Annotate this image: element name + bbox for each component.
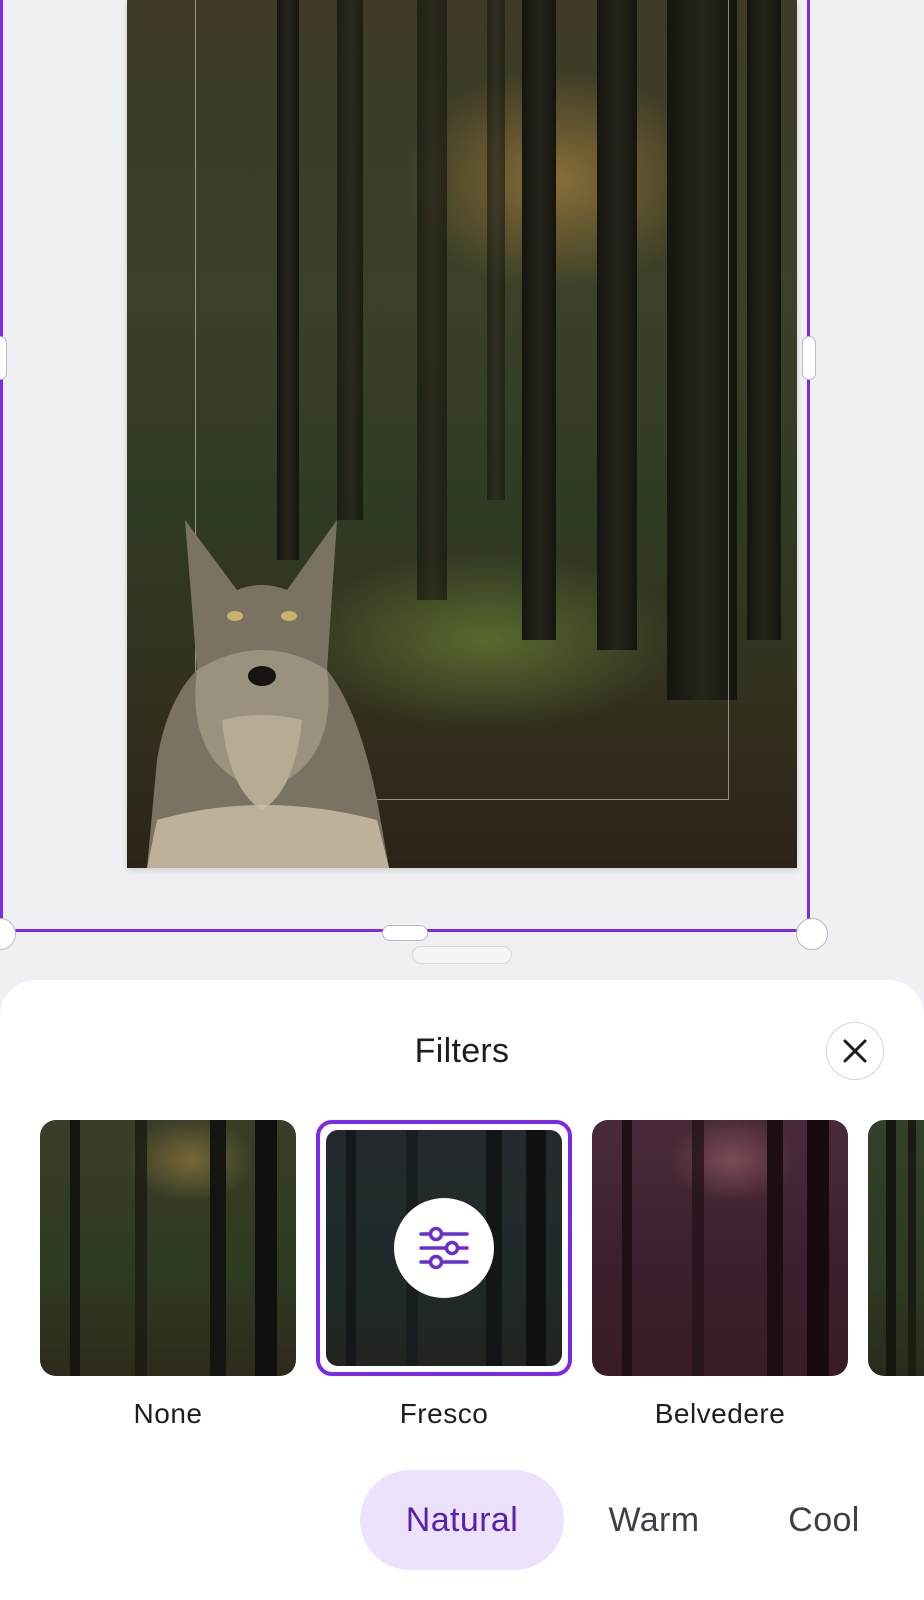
resize-handle-bottom-right[interactable] (796, 918, 828, 950)
filter-label: None (133, 1398, 203, 1429)
sheet-drag-handle[interactable] (412, 946, 512, 964)
filter-preview-image (868, 1120, 924, 1376)
filter-preview-image (40, 1120, 296, 1376)
filter-none[interactable]: None (40, 1120, 296, 1430)
adjust-filter-button[interactable] (394, 1198, 494, 1298)
filter-thumbnail-selected[interactable] (316, 1120, 572, 1376)
sheet-title: Filters (414, 1032, 510, 1070)
tab-warm[interactable]: Warm (574, 1470, 734, 1570)
resize-handle-right[interactable] (802, 336, 816, 380)
close-button[interactable] (826, 1022, 884, 1080)
filter-thumbnail[interactable] (592, 1120, 848, 1376)
tab-natural[interactable]: Natural (360, 1470, 564, 1570)
filter-fresco[interactable]: Fresco (316, 1120, 572, 1430)
sliders-icon (419, 1226, 469, 1270)
filter-thumbnail[interactable] (868, 1120, 924, 1376)
filter-label: Fresco (399, 1398, 489, 1429)
selection-frame[interactable] (0, 0, 810, 932)
filter-next-partial[interactable] (868, 1120, 924, 1376)
filter-preview-image (326, 1130, 562, 1366)
close-icon (843, 1039, 867, 1063)
tab-cool[interactable]: Cool (744, 1470, 904, 1570)
resize-handle-left[interactable] (0, 336, 7, 380)
resize-handle-bottom[interactable] (382, 925, 428, 941)
filter-label: Belvedere (654, 1398, 786, 1429)
filter-preview-image (592, 1120, 848, 1376)
filter-belvedere[interactable]: Belvedere (592, 1120, 848, 1430)
filter-thumbnail[interactable] (40, 1120, 296, 1376)
filters-sheet: Filters None Fresco Belvedere Natural Wa… (0, 980, 924, 1600)
design-canvas (0, 0, 924, 980)
